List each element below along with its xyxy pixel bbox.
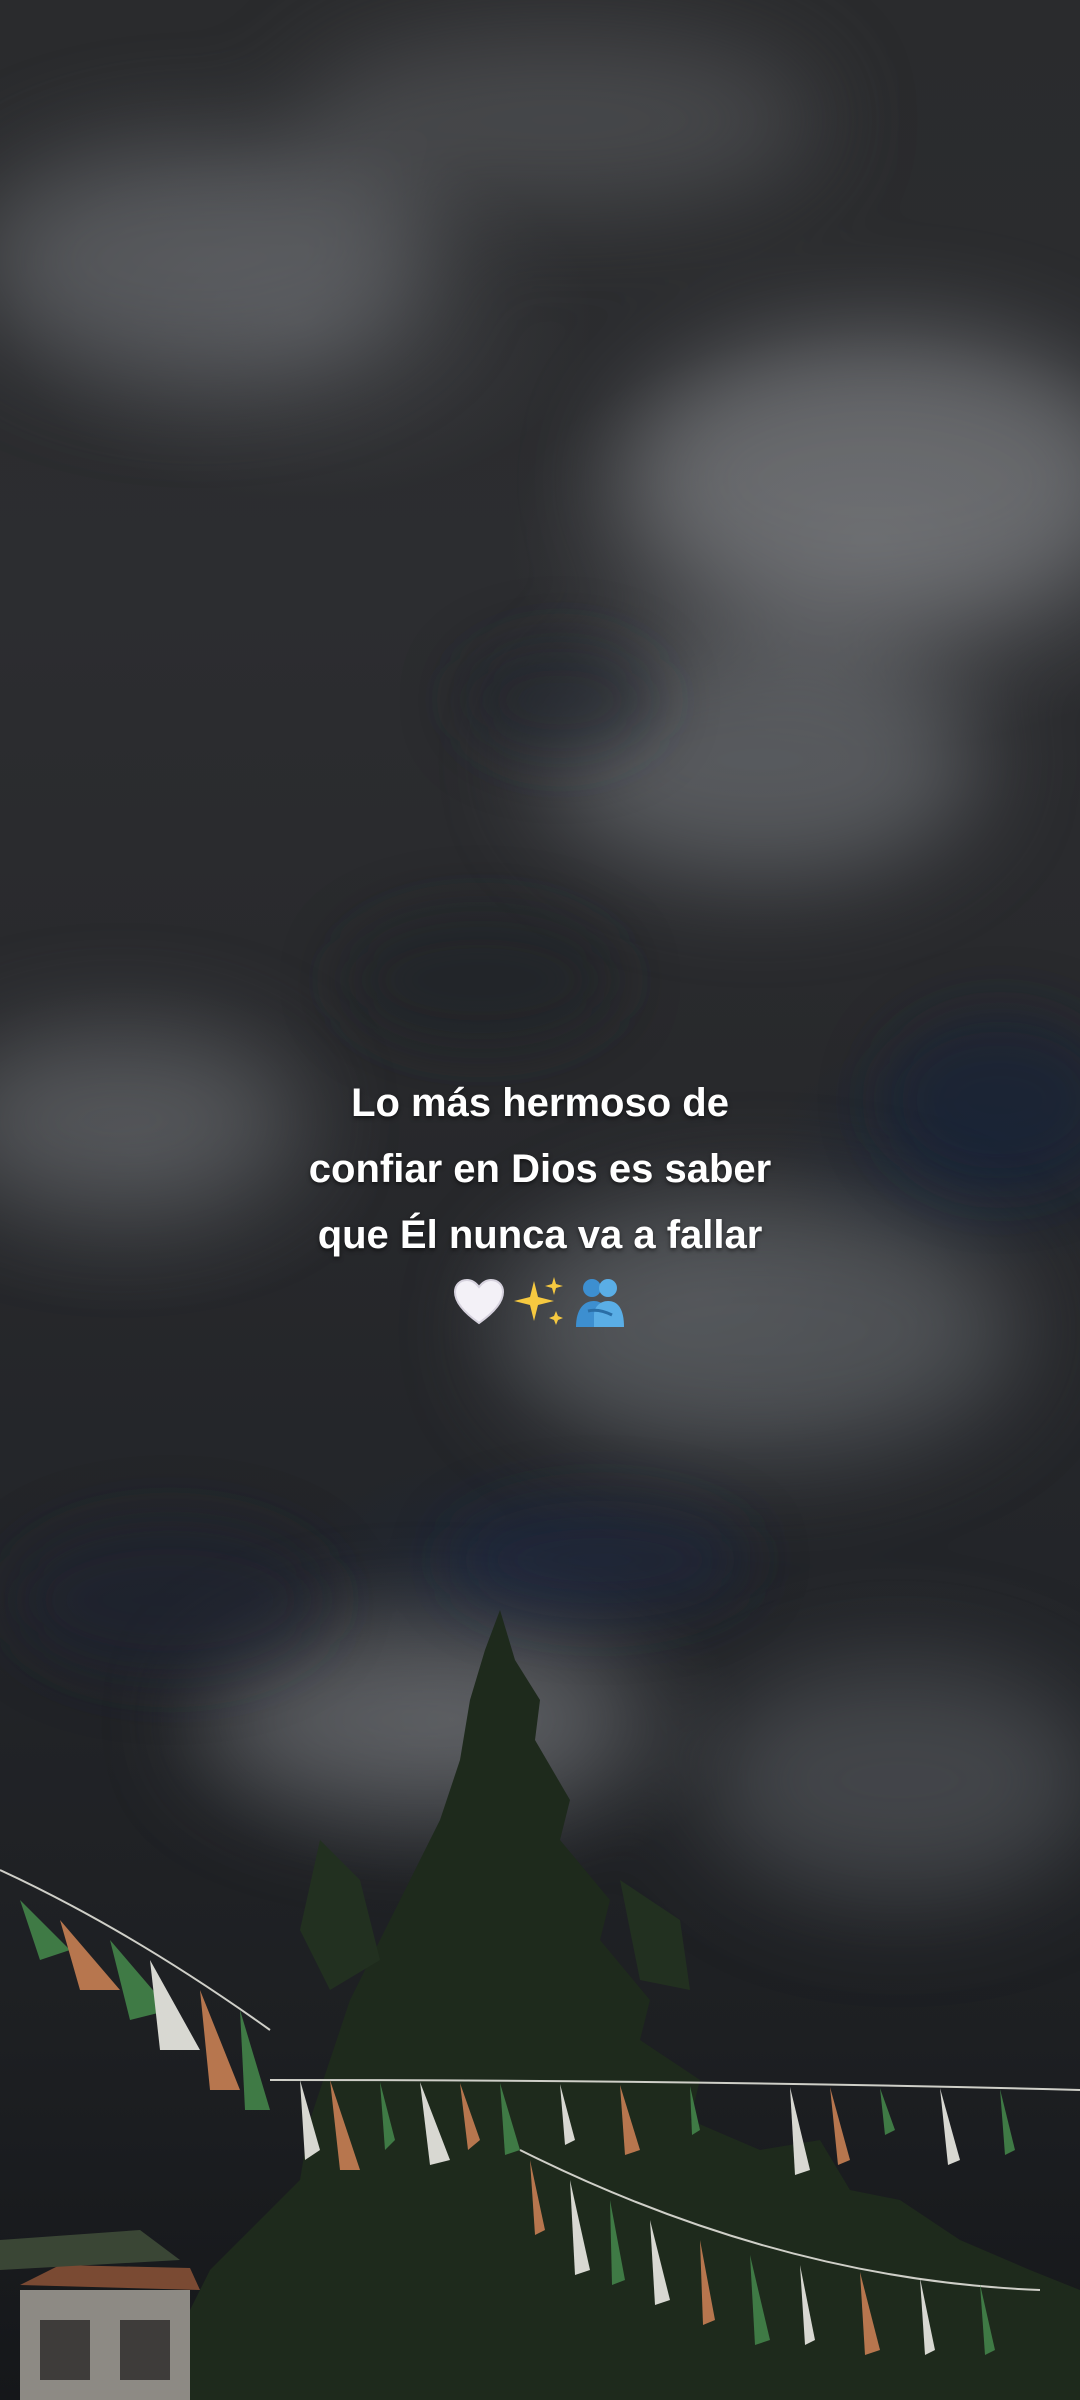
caption-line-2: confiar en Dios es saber (308, 1147, 772, 1191)
emoji-row (0, 1272, 1080, 1332)
white-heart-icon (453, 1278, 505, 1325)
sparkles-icon (514, 1277, 563, 1325)
background-photo: Lo más hermoso de confiar en Dios es sab… (0, 0, 1080, 2400)
house (0, 2230, 200, 2400)
caption-overlay: Lo más hermoso de confiar en Dios es sab… (0, 1070, 1080, 1332)
caption-line-1: Lo más hermoso de (351, 1081, 729, 1125)
people-hugging-icon (576, 1279, 624, 1327)
caption-line-3: que Él nunca va a fallar (317, 1213, 763, 1257)
